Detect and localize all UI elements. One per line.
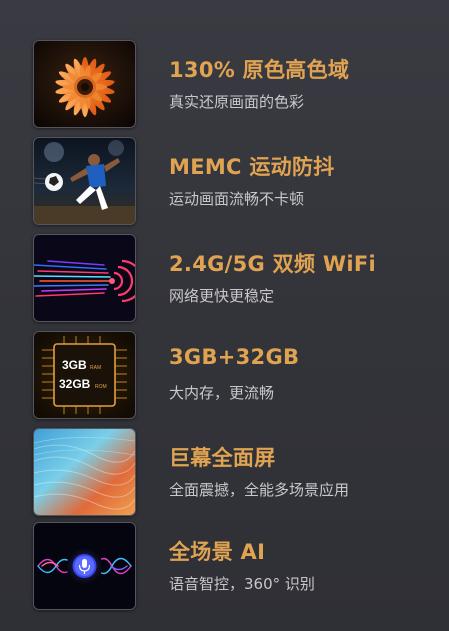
feature-subtitle: 大内存，更流畅: [169, 384, 275, 402]
chip-line2: 32GB: [59, 377, 91, 391]
feature-subtitle: 网络更快更稳定: [169, 287, 275, 305]
feature-title: 3GB+32GB: [169, 345, 300, 369]
feature-subtitle: 全面震撼，全能多场景应用: [169, 481, 350, 499]
chip-line2-tag: ROM: [95, 384, 107, 390]
feature-wifi: 2.4G/5G 双频 WiFi 网络更快更稳定: [33, 234, 433, 322]
chip-line1: 3GB: [62, 358, 87, 372]
feature-color-gamut: 130% 原色高色域 真实还原画面的色彩: [33, 40, 433, 128]
feature-title: 全场景 AI: [169, 540, 266, 564]
feature-memory: 3GB RAM 32GB ROM 3GB+32GB 大内存，更流畅: [33, 331, 433, 419]
feature-subtitle: 运动画面流畅不卡顿: [169, 190, 305, 208]
wifi-streaks-image: [33, 234, 136, 322]
features-panel: 130% 原色高色域 真实还原画面的色彩 MEMC 运动防抖 运动画面流畅不卡顿…: [0, 0, 449, 631]
feature-fullscreen: 巨幕全面屏 全面震撼，全能多场景应用: [33, 428, 433, 516]
soccer-player-image: [33, 137, 136, 225]
feature-ai: 全场景 AI 语音智控，360° 识别: [33, 522, 433, 610]
landscape-screen-image: [33, 428, 136, 516]
feature-memc: MEMC 运动防抖 运动画面流畅不卡顿: [33, 137, 433, 225]
feature-title: 2.4G/5G 双频 WiFi: [169, 252, 376, 276]
feature-title: 巨幕全面屏: [169, 446, 276, 470]
feature-title: 130% 原色高色域: [169, 58, 350, 82]
feature-title: MEMC 运动防抖: [169, 155, 335, 179]
flower-image: [33, 40, 136, 128]
feature-subtitle: 语音智控，360° 识别: [169, 575, 315, 593]
feature-subtitle: 真实还原画面的色彩: [169, 93, 305, 111]
chip-line1-tag: RAM: [90, 365, 101, 371]
memory-chip-image: 3GB RAM 32GB ROM: [33, 331, 136, 419]
voice-assistant-image: [33, 522, 136, 610]
